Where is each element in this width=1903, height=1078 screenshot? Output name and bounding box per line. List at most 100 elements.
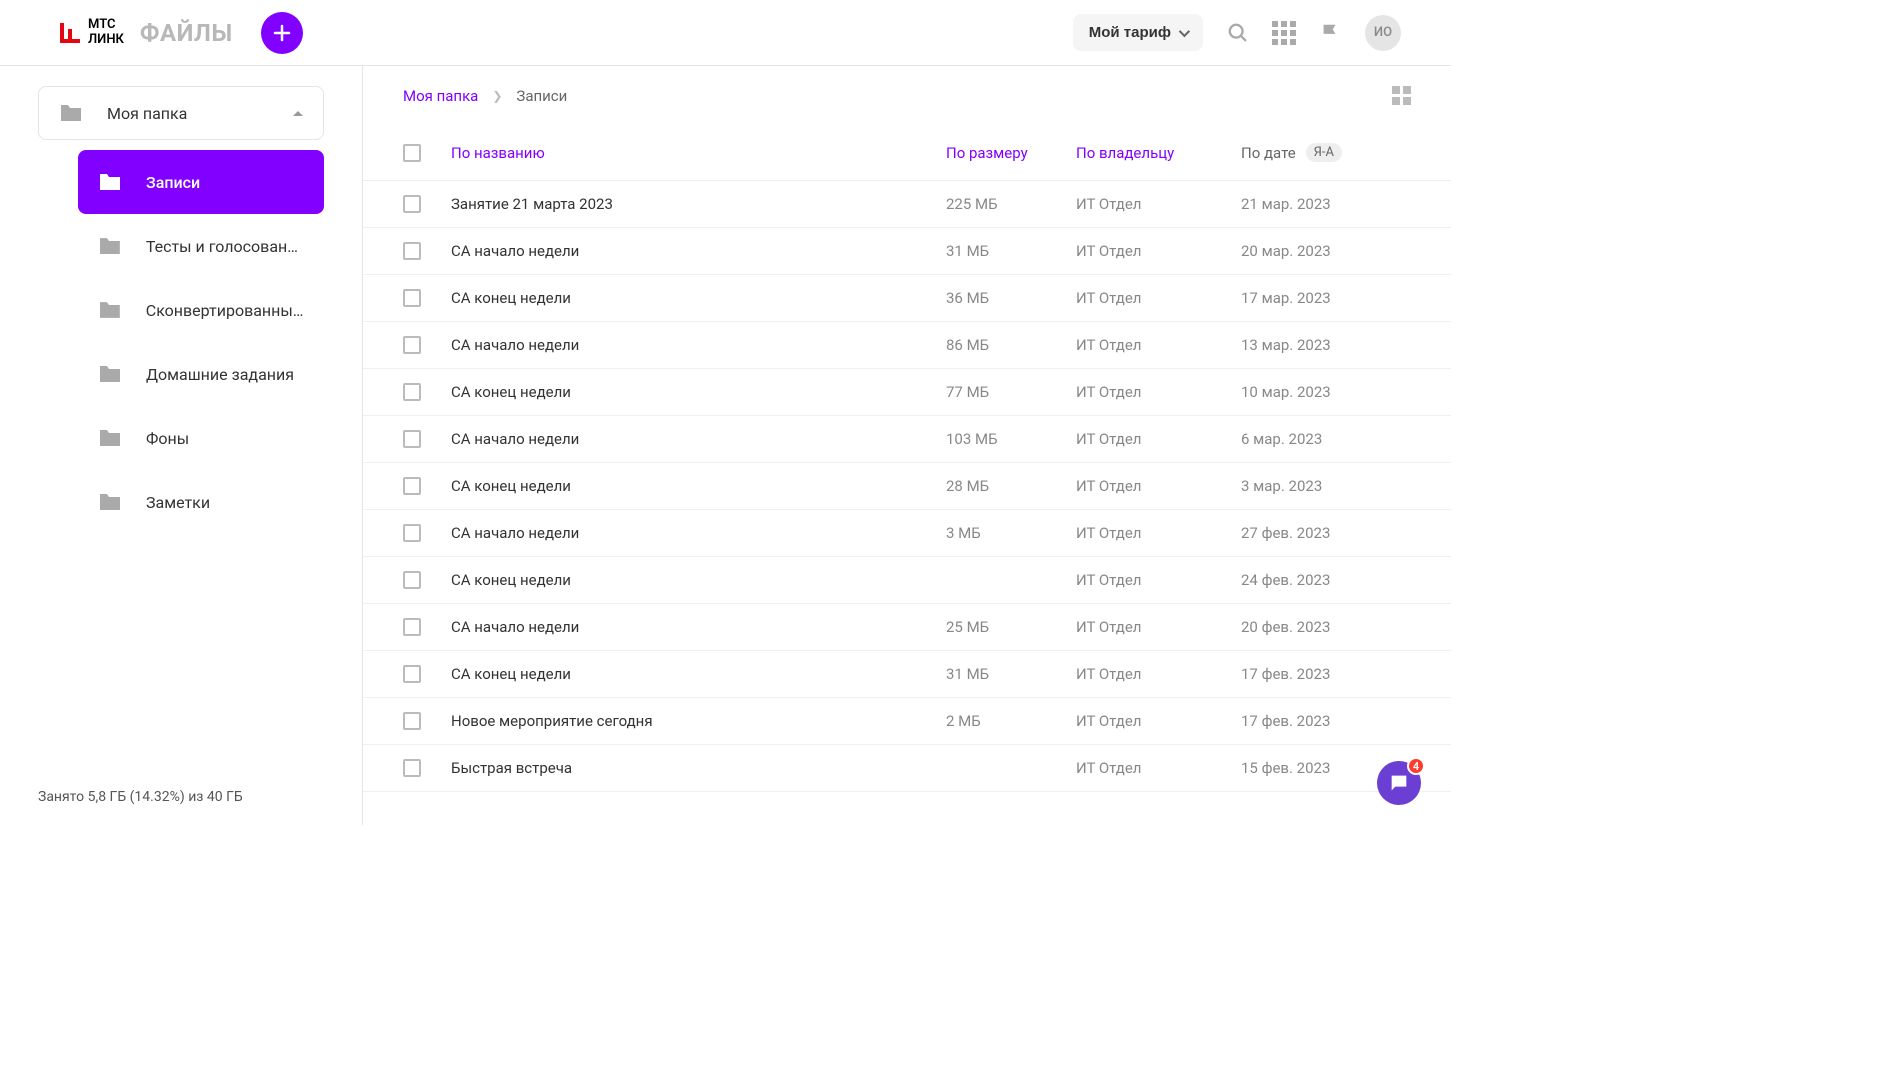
mts-logo-icon	[56, 19, 84, 47]
root-folder-label: Моя папка	[107, 104, 293, 123]
row-checkbox[interactable]	[403, 524, 421, 542]
row-size: 31 МБ	[946, 665, 1076, 683]
folder-icon	[98, 300, 122, 320]
table-row[interactable]: Быстрая встреча ИТ Отдел 15 фев. 2023	[363, 745, 1451, 792]
caret-up-icon	[293, 111, 303, 116]
row-date: 20 фев. 2023	[1241, 618, 1411, 636]
row-name: Быстрая встреча	[451, 759, 946, 777]
row-owner: ИТ Отдел	[1076, 712, 1241, 730]
row-date: 24 фев. 2023	[1241, 571, 1411, 589]
header-name[interactable]: По названию	[451, 144, 946, 162]
root-folder-toggle[interactable]: Моя папка	[38, 86, 324, 140]
row-name: СА конец недели	[451, 665, 946, 683]
flag-icon[interactable]	[1319, 22, 1341, 44]
header-size[interactable]: По размеру	[946, 144, 1076, 162]
table-row[interactable]: СА конец недели 28 МБ ИТ Отдел 3 мар. 20…	[363, 463, 1451, 510]
row-size: 86 МБ	[946, 336, 1076, 354]
row-checkbox[interactable]	[403, 242, 421, 260]
row-owner: ИТ Отдел	[1076, 477, 1241, 495]
folder-icon	[98, 364, 122, 384]
chat-icon	[1388, 772, 1410, 794]
table-row[interactable]: Занятие 21 марта 2023 225 МБ ИТ Отдел 21…	[363, 181, 1451, 228]
row-name: СА начало недели	[451, 336, 946, 354]
row-checkbox[interactable]	[403, 712, 421, 730]
row-owner: ИТ Отдел	[1076, 383, 1241, 401]
table-row[interactable]: СА начало недели 25 МБ ИТ Отдел 20 фев. …	[363, 604, 1451, 651]
table-row[interactable]: Новое мероприятие сегодня 2 МБ ИТ Отдел …	[363, 698, 1451, 745]
sidebar-item-2[interactable]: Сконвертированны...	[78, 278, 324, 342]
apps-icon[interactable]	[1273, 22, 1295, 44]
tariff-button[interactable]: Мой тариф	[1073, 14, 1203, 51]
row-name: СА начало недели	[451, 242, 946, 260]
row-date: 20 мар. 2023	[1241, 242, 1411, 260]
chat-badge: 4	[1407, 757, 1425, 775]
table-row[interactable]: СА начало недели 31 МБ ИТ Отдел 20 мар. …	[363, 228, 1451, 275]
table-row[interactable]: СА конец недели 31 МБ ИТ Отдел 17 фев. 2…	[363, 651, 1451, 698]
table-row[interactable]: СА конец недели 77 МБ ИТ Отдел 10 мар. 2…	[363, 369, 1451, 416]
view-toggle-grid[interactable]	[1392, 86, 1411, 105]
row-date: 10 мар. 2023	[1241, 383, 1411, 401]
sidebar-item-0[interactable]: Записи	[78, 150, 324, 214]
row-checkbox[interactable]	[403, 195, 421, 213]
sidebar-item-3[interactable]: Домашние задания	[78, 342, 324, 406]
row-checkbox[interactable]	[403, 336, 421, 354]
breadcrumb: Моя папка ❯ Записи	[403, 87, 567, 105]
logo-text-line2: ЛИНК	[88, 33, 124, 47]
row-checkbox[interactable]	[403, 383, 421, 401]
sidebar-item-1[interactable]: Тесты и голосования	[78, 214, 324, 278]
row-checkbox[interactable]	[403, 571, 421, 589]
row-owner: ИТ Отдел	[1076, 571, 1241, 589]
table-row[interactable]: СА начало недели 103 МБ ИТ Отдел 6 мар. …	[363, 416, 1451, 463]
add-button[interactable]	[261, 12, 303, 54]
breadcrumb-current: Записи	[516, 87, 567, 105]
sidebar-item-4[interactable]: Фоны	[78, 406, 324, 470]
header-owner[interactable]: По владельцу	[1076, 144, 1241, 162]
sidebar-item-5[interactable]: Заметки	[78, 470, 324, 534]
row-owner: ИТ Отдел	[1076, 336, 1241, 354]
row-checkbox[interactable]	[403, 665, 421, 683]
row-owner: ИТ Отдел	[1076, 618, 1241, 636]
row-checkbox[interactable]	[403, 759, 421, 777]
row-size: 103 МБ	[946, 430, 1076, 448]
row-owner: ИТ Отдел	[1076, 524, 1241, 542]
plus-icon	[272, 23, 292, 43]
table-row[interactable]: СА конец недели ИТ Отдел 24 фев. 2023	[363, 557, 1451, 604]
row-name: СА конец недели	[451, 477, 946, 495]
row-name: СА конец недели	[451, 383, 946, 401]
row-name: СА конец недели	[451, 571, 946, 589]
row-checkbox[interactable]	[403, 477, 421, 495]
table-row[interactable]: СА конец недели 36 МБ ИТ Отдел 17 мар. 2…	[363, 275, 1451, 322]
row-size: 31 МБ	[946, 242, 1076, 260]
header-date[interactable]: По дате Я-А	[1241, 143, 1411, 162]
logo-text-line1: МТС	[88, 18, 124, 32]
sidebar-item-label: Заметки	[146, 493, 210, 512]
logo-area[interactable]: МТС ЛИНК	[56, 18, 124, 47]
sidebar-item-label: Записи	[146, 173, 200, 192]
row-date: 6 мар. 2023	[1241, 430, 1411, 448]
search-icon[interactable]	[1227, 22, 1249, 44]
row-owner: ИТ Отдел	[1076, 289, 1241, 307]
row-date: 13 мар. 2023	[1241, 336, 1411, 354]
row-checkbox[interactable]	[403, 618, 421, 636]
avatar[interactable]: ИО	[1365, 15, 1401, 51]
breadcrumb-root[interactable]: Моя папка	[403, 87, 478, 105]
row-checkbox[interactable]	[403, 289, 421, 307]
table-row[interactable]: СА начало недели 86 МБ ИТ Отдел 13 мар. …	[363, 322, 1451, 369]
chevron-down-icon	[1179, 25, 1190, 36]
row-date: 27 фев. 2023	[1241, 524, 1411, 542]
sidebar-item-label: Тесты и голосования	[146, 237, 304, 256]
table-row[interactable]: СА начало недели 3 МБ ИТ Отдел 27 фев. 2…	[363, 510, 1451, 557]
select-all-checkbox[interactable]	[403, 144, 421, 162]
row-checkbox[interactable]	[403, 430, 421, 448]
tariff-label: Мой тариф	[1089, 24, 1171, 41]
row-date: 17 фев. 2023	[1241, 712, 1411, 730]
storage-info: Занято 5,8 ГБ (14.32%) из 40 ГБ	[38, 769, 324, 825]
folder-icon	[98, 492, 122, 512]
header: МТС ЛИНК ФАЙЛЫ Мой тариф ИО	[0, 0, 1451, 66]
row-owner: ИТ Отдел	[1076, 242, 1241, 260]
row-size: 2 МБ	[946, 712, 1076, 730]
chat-bubble[interactable]: 4	[1377, 761, 1421, 805]
sidebar-item-label: Сконвертированны...	[146, 301, 304, 320]
row-name: СА начало недели	[451, 618, 946, 636]
row-owner: ИТ Отдел	[1076, 430, 1241, 448]
